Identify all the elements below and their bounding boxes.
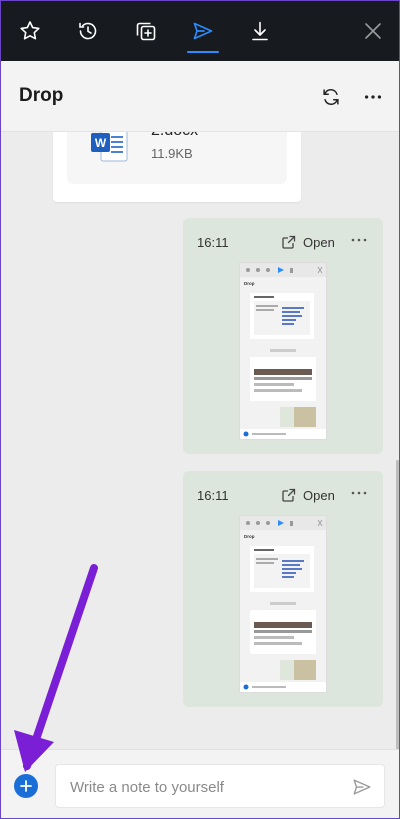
scrollbar[interactable] bbox=[396, 460, 399, 749]
screenshot-message[interactable]: 16:11 Open Drop bbox=[183, 471, 383, 707]
sync-icon bbox=[323, 89, 339, 105]
open-button[interactable]: Open bbox=[281, 487, 335, 503]
svg-text:W: W bbox=[95, 136, 107, 150]
page-title: Drop bbox=[19, 85, 64, 106]
plus-icon bbox=[20, 780, 32, 792]
word-document-icon: W bbox=[91, 132, 128, 162]
collections-button[interactable] bbox=[124, 9, 168, 53]
drop-send-icon bbox=[193, 22, 213, 40]
history-icon bbox=[79, 22, 97, 40]
star-icon bbox=[20, 21, 40, 40]
open-button[interactable]: Open bbox=[281, 234, 335, 250]
close-icon bbox=[365, 23, 381, 39]
drop-message-list[interactable]: W 2.docx 11.9KB 16:11 Open Drop bbox=[1, 132, 399, 749]
more-options-icon bbox=[364, 95, 382, 99]
file-message-card[interactable]: W 2.docx 11.9KB bbox=[53, 132, 301, 202]
message-time: 16:11 bbox=[197, 488, 229, 503]
thumbnail-title: Drop bbox=[244, 281, 255, 286]
composer-bar bbox=[1, 749, 399, 818]
app-window: Drop W 2.docx 11.9KB bbox=[0, 0, 400, 819]
note-input-box bbox=[55, 764, 385, 809]
favorites-button[interactable] bbox=[8, 9, 52, 53]
more-options-icon bbox=[351, 238, 367, 242]
thumbnail-preview-image: Drop bbox=[240, 263, 326, 439]
file-name: 2.docx bbox=[151, 132, 198, 140]
file-preview[interactable]: W 2.docx 11.9KB bbox=[67, 132, 287, 184]
thumbnail-preview-image: Drop bbox=[240, 516, 326, 692]
message-time: 16:11 bbox=[197, 235, 229, 250]
downloads-button[interactable] bbox=[238, 9, 282, 53]
message-more-button[interactable] bbox=[349, 232, 369, 248]
top-toolbar bbox=[1, 1, 399, 61]
screenshot-thumbnail[interactable]: Drop bbox=[239, 515, 327, 693]
open-label: Open bbox=[303, 234, 335, 250]
more-options-icon bbox=[351, 491, 367, 495]
drop-button[interactable] bbox=[181, 9, 225, 53]
history-button[interactable] bbox=[66, 9, 110, 53]
add-attachment-button[interactable] bbox=[14, 774, 38, 798]
close-button[interactable] bbox=[351, 9, 395, 53]
more-options-button[interactable] bbox=[355, 79, 391, 115]
open-label: Open bbox=[303, 487, 335, 503]
send-icon bbox=[353, 779, 371, 795]
file-size: 11.9KB bbox=[151, 146, 193, 161]
open-external-icon bbox=[282, 488, 296, 502]
note-input[interactable] bbox=[68, 765, 342, 809]
open-external-icon bbox=[282, 235, 296, 249]
thumbnail-title: Drop bbox=[244, 534, 255, 539]
screenshot-message[interactable]: 16:11 Open Drop bbox=[183, 218, 383, 454]
sync-button[interactable] bbox=[313, 79, 349, 115]
download-icon bbox=[252, 21, 268, 41]
panel-header: Drop bbox=[1, 61, 399, 132]
screenshot-thumbnail[interactable]: Drop bbox=[239, 262, 327, 440]
collections-icon bbox=[136, 22, 156, 41]
send-button[interactable] bbox=[350, 775, 374, 799]
active-tab-indicator bbox=[187, 51, 219, 53]
message-more-button[interactable] bbox=[349, 485, 369, 501]
